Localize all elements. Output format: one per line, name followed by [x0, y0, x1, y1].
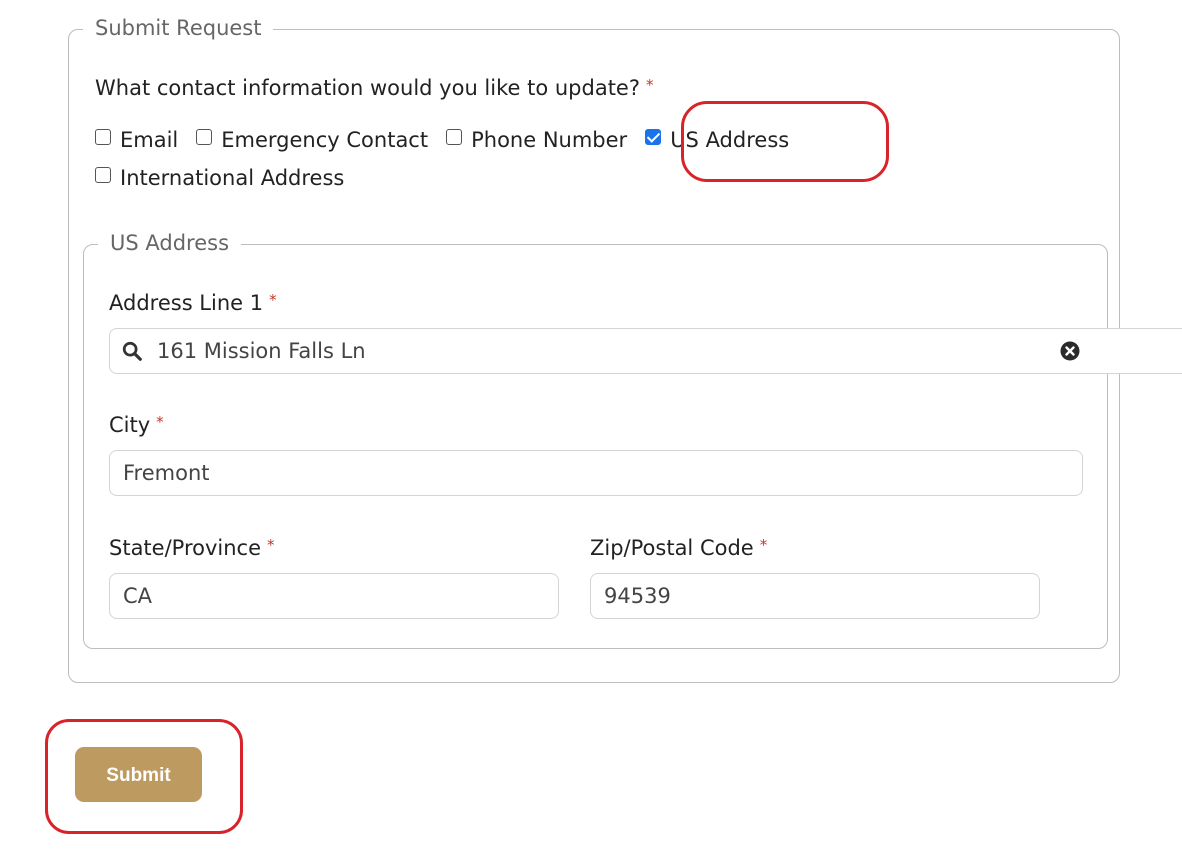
option-email[interactable]: Email	[95, 128, 178, 152]
international-address-label[interactable]: International Address	[120, 166, 344, 190]
international-address-checkbox[interactable]	[95, 167, 111, 183]
address-line1-label-text: Address Line 1	[109, 291, 264, 315]
required-marker: *	[269, 291, 277, 309]
email-checkbox[interactable]	[95, 129, 111, 145]
phone-number-label[interactable]: Phone Number	[471, 128, 627, 152]
state-value: CA	[123, 584, 153, 608]
required-marker: *	[759, 536, 768, 554]
zip-value: 94539	[604, 584, 671, 608]
city-value: Fremont	[123, 461, 210, 485]
clear-icon[interactable]	[1060, 341, 1080, 361]
us-address-highlight	[681, 101, 889, 182]
us-address-checkbox[interactable]	[645, 129, 662, 145]
page: Submit Request What contact information …	[0, 0, 1182, 856]
search-icon	[122, 341, 142, 361]
email-label[interactable]: Email	[120, 128, 178, 152]
state-label: State/Province *	[109, 536, 275, 560]
zip-input[interactable]: 94539	[590, 573, 1040, 619]
us-address-fieldset: US Address Address Line 1 * 161 Mission F…	[83, 231, 1182, 649]
contact-question: What contact information would you like …	[95, 76, 654, 100]
emergency-contact-label[interactable]: Emergency Contact	[221, 128, 428, 152]
city-label-text: City	[109, 413, 151, 437]
submit-request-fieldset: Submit Request What contact information …	[68, 16, 1182, 683]
phone-number-checkbox[interactable]	[446, 129, 463, 145]
address-line1-label: Address Line 1 *	[109, 291, 277, 315]
option-international-address[interactable]: International Address	[95, 166, 344, 190]
required-marker: *	[156, 413, 164, 431]
state-label-text: State/Province	[109, 536, 262, 560]
submit-highlight	[45, 719, 243, 834]
state-input[interactable]: CA	[109, 573, 559, 619]
address-line1-value: 161 Mission Falls Ln	[157, 339, 366, 363]
city-input[interactable]: Fremont	[109, 450, 1083, 496]
emergency-contact-checkbox[interactable]	[196, 129, 213, 145]
option-emergency-contact[interactable]: Emergency Contact	[196, 128, 428, 152]
us-address-legend: US Address	[98, 231, 242, 255]
checkbox-row-2: International Address	[95, 166, 362, 190]
required-marker: *	[267, 536, 275, 554]
submit-request-legend: Submit Request	[83, 16, 274, 40]
option-phone-number[interactable]: Phone Number	[446, 128, 627, 152]
required-marker: *	[646, 76, 654, 94]
contact-question-text: What contact information would you like …	[95, 76, 640, 100]
city-label: City *	[109, 413, 164, 437]
address-line1-input[interactable]: 161 Mission Falls Ln	[109, 328, 1182, 374]
zip-label-text: Zip/Postal Code	[590, 536, 754, 560]
zip-label: Zip/Postal Code *	[590, 536, 767, 560]
